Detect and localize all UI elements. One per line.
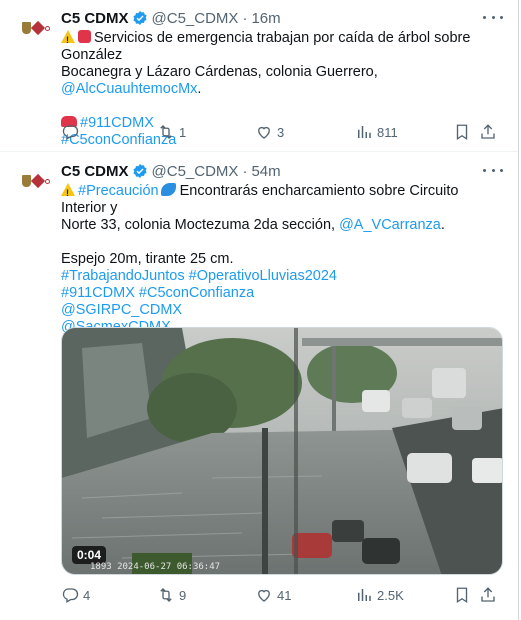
- like-count: 41: [277, 587, 292, 603]
- like-button[interactable]: 41: [255, 586, 355, 604]
- tweet-header: C5 CDMX @C5_CDMX · 54m: [61, 161, 503, 181]
- verified-badge-icon: [132, 11, 147, 25]
- hashtag-link[interactable]: #TrabajandoJuntos #OperativoLluvias2024: [61, 268, 337, 284]
- reply-count: 4: [83, 587, 91, 603]
- text-punct: .: [440, 217, 445, 233]
- action-bar: 4 9 41 2.5K: [61, 585, 503, 605]
- hashtag-link[interactable]: #911CDMX #C5conConfianza: [61, 285, 254, 301]
- tweet-header: C5 CDMX @C5_CDMX · 16m: [61, 8, 503, 28]
- tweet-text: #Precaución Encontrarás encharcamiento s…: [61, 183, 503, 336]
- view-count: 811: [377, 124, 398, 140]
- more-options-icon[interactable]: [483, 163, 503, 177]
- heart-icon: [258, 589, 270, 602]
- timestamp[interactable]: 16m: [251, 10, 280, 27]
- logo-circle-icon: [45, 25, 50, 31]
- logo-shield-icon: [22, 175, 31, 187]
- video-player[interactable]: 0:04 1893 2024-06-27 06:36:47: [61, 327, 503, 575]
- author-name[interactable]: C5 CDMX: [61, 163, 129, 180]
- repost-icon: [160, 125, 172, 139]
- bookmark-button[interactable]: [453, 123, 479, 141]
- action-bar: 1 3 811: [61, 122, 503, 142]
- text-punct: .: [197, 81, 202, 97]
- video-timestamp-overlay: 1893 2024-06-27 06:36:47: [90, 562, 221, 572]
- logo-shield-icon: [22, 22, 31, 34]
- repost-button[interactable]: 9: [157, 586, 255, 604]
- warning-emoji-icon: [61, 183, 75, 202]
- heart-icon: [258, 126, 270, 139]
- column-border: [518, 0, 519, 620]
- mention-link[interactable]: @SGIRPC_CDMX: [61, 302, 182, 318]
- avatar[interactable]: [16, 161, 56, 201]
- warning-emoji-icon: [61, 30, 75, 49]
- tweet-1[interactable]: C5 CDMX @C5_CDMX · 16m Servicios de emer…: [0, 0, 518, 152]
- timestamp[interactable]: 54m: [251, 163, 280, 180]
- mention-link[interactable]: @AlcCuauhtemocMx: [61, 81, 197, 97]
- views-button[interactable]: 811: [355, 123, 453, 141]
- video-frame: [62, 328, 502, 574]
- avatar[interactable]: [16, 8, 56, 48]
- logo-circle-icon: [45, 178, 50, 184]
- text-line: Espejo 20m, tirante 25 cm.: [61, 251, 234, 267]
- share-button[interactable]: [479, 123, 499, 141]
- bookmark-icon: [456, 124, 468, 141]
- like-button[interactable]: 3: [255, 123, 355, 141]
- share-icon: [481, 587, 495, 602]
- views-icon: [358, 126, 371, 138]
- bookmark-icon: [456, 587, 468, 604]
- view-count: 2.5K: [377, 587, 404, 603]
- separator: ·: [242, 9, 248, 27]
- hashtag-link[interactable]: #Precaución: [78, 183, 159, 199]
- author-name[interactable]: C5 CDMX: [61, 10, 129, 27]
- text-line: Servicios de emergencia trabajan por caí…: [61, 30, 471, 63]
- text-line: Norte 33, colonia Moctezuma 2da sección,: [61, 217, 340, 233]
- bookmark-button[interactable]: [453, 586, 479, 604]
- author-handle[interactable]: @C5_CDMX: [152, 163, 239, 180]
- reply-icon: [62, 125, 79, 140]
- text-line: Bocanegra y Lázaro Cárdenas, colonia Gue…: [61, 64, 378, 80]
- views-icon: [358, 589, 371, 601]
- more-options-icon[interactable]: [483, 10, 503, 24]
- logo-diamond-icon: [30, 20, 46, 36]
- wave-emoji-icon: [160, 183, 176, 196]
- reply-button[interactable]: 4: [61, 586, 157, 604]
- tweet-2[interactable]: C5 CDMX @C5_CDMX · 54m #Precaución Encon…: [0, 153, 518, 620]
- reply-icon: [62, 588, 79, 603]
- like-count: 3: [277, 124, 285, 140]
- verified-badge-icon: [132, 164, 147, 178]
- tweet-divider: [0, 151, 518, 152]
- repost-button[interactable]: 1: [157, 123, 255, 141]
- timeline: C5 CDMX @C5_CDMX · 16m Servicios de emer…: [0, 0, 521, 620]
- logo-diamond-icon: [30, 173, 46, 189]
- author-handle[interactable]: @C5_CDMX: [152, 10, 239, 27]
- views-button[interactable]: 2.5K: [355, 586, 453, 604]
- share-icon: [481, 124, 495, 139]
- separator: ·: [242, 162, 248, 180]
- tweet-body: C5 CDMX @C5_CDMX · 54m #Precaución Encon…: [61, 161, 503, 336]
- repost-count: 1: [179, 124, 187, 140]
- share-button[interactable]: [479, 586, 499, 604]
- repost-icon: [160, 588, 172, 602]
- repost-count: 9: [179, 587, 187, 603]
- reply-button[interactable]: [61, 123, 157, 141]
- siren-emoji-icon: [78, 30, 91, 43]
- mention-link[interactable]: @A_VCarranza: [339, 217, 441, 233]
